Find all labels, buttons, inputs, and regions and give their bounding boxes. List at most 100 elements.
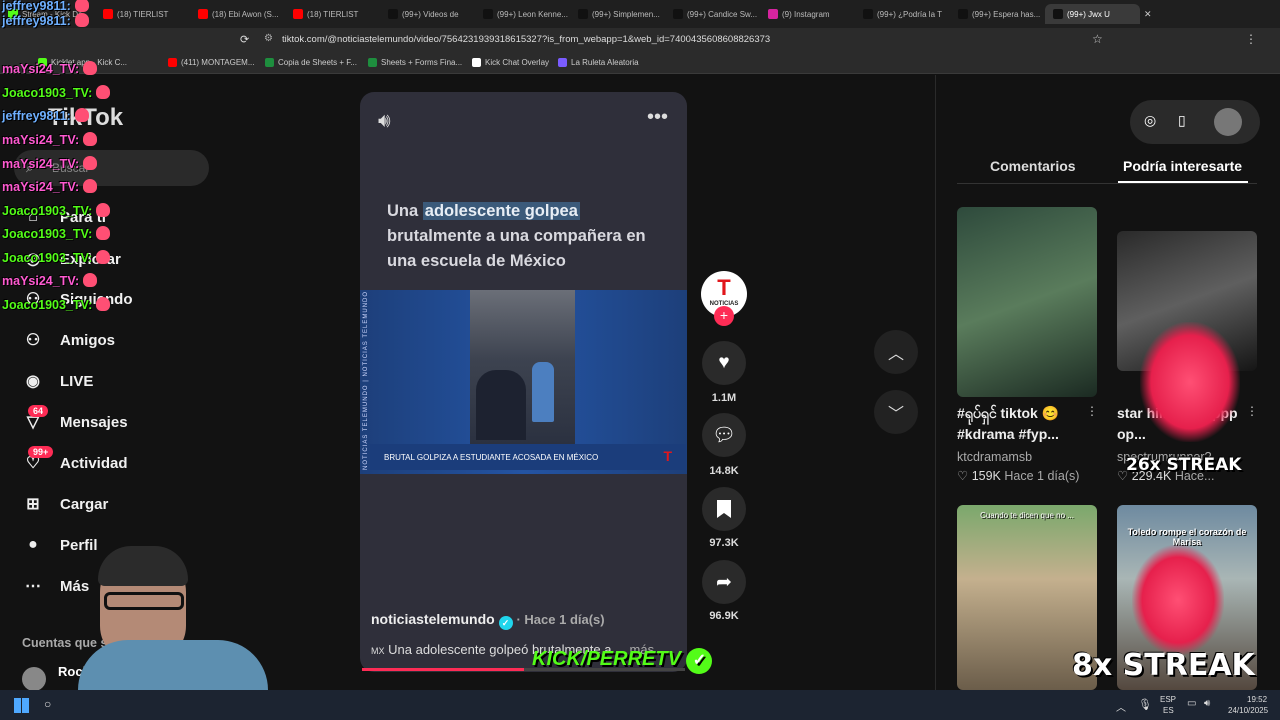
- following-avatar[interactable]: [22, 667, 46, 691]
- rec-more-icon-1[interactable]: ⋮: [1086, 404, 1098, 418]
- tab-favicon-icon: [863, 9, 873, 19]
- bookmark-item[interactable]: Copia de Sheets + F...: [265, 58, 357, 67]
- follow-plus-button[interactable]: +: [714, 306, 734, 326]
- sidebar-item-live[interactable]: ◉ LIVE: [22, 370, 93, 392]
- previous-video-button[interactable]: ︿: [874, 330, 918, 374]
- chat-message: Joaco1903_TV:: [2, 297, 111, 312]
- profile-icon: ●: [28, 536, 38, 553]
- bookmark-item[interactable]: Sheets + Forms Fina...: [368, 58, 462, 67]
- chat-username: maYsi24_TV:: [2, 180, 80, 194]
- chat-message: Joaco1903_TV:: [2, 203, 111, 218]
- tab-comments[interactable]: Comentarios: [990, 158, 1076, 174]
- next-video-button[interactable]: ﹀: [874, 390, 918, 434]
- extensions-icon[interactable]: ⋮: [1245, 32, 1257, 46]
- bookmark-favicon-icon: [368, 58, 377, 67]
- chat-username: maYsi24_TV:: [2, 62, 80, 76]
- tab-label: (99+) Jwx U: [1067, 9, 1110, 19]
- browser-tab[interactable]: (99+) Jwx U: [1045, 4, 1140, 24]
- url-input[interactable]: tiktok.com/@noticiastelemundo/video/7564…: [282, 34, 770, 45]
- streamer-shirt: [78, 640, 268, 690]
- windows-start-icon[interactable]: [14, 698, 29, 713]
- sidebar-item-label: LIVE: [60, 372, 94, 390]
- network-icon[interactable]: ▭: [1187, 698, 1196, 709]
- browser-tab[interactable]: (99+) Leon Kenne...: [475, 4, 570, 24]
- sidebar-item-cargar[interactable]: ⊞ Cargar: [22, 493, 108, 515]
- bookmark-favicon-icon: [472, 58, 481, 67]
- bookmark-item[interactable]: (411) MONTAGEM...: [168, 58, 255, 67]
- verified-icon: ✓: [498, 616, 513, 630]
- chat-username: Joaco1903_TV:: [2, 298, 93, 312]
- tab-favicon-icon: [958, 9, 968, 19]
- browser-tab[interactable]: (18) TIERLIST: [95, 4, 190, 24]
- browser-tab[interactable]: (99+) Espera has...: [950, 4, 1045, 24]
- browser-tab[interactable]: (99+) Candice Sw...: [665, 4, 760, 24]
- windows-taskbar: ○ ︿ 🎙︎ ESP ES ▭ 🔊︎ 19:52 24/10/2025: [0, 690, 1280, 720]
- upload-icon: ⊞: [26, 496, 40, 513]
- browser-tab[interactable]: (18) TIERLIST: [285, 4, 380, 24]
- microphone-icon[interactable]: 🎙︎: [1138, 698, 1152, 711]
- news-lower-third: BRUTAL GOLPIZA A ESTUDIANTE ACOSADA EN M…: [370, 444, 686, 470]
- volume-tray-icon[interactable]: 🔊︎: [1204, 698, 1210, 709]
- device-icon[interactable]: ▯: [1178, 112, 1186, 129]
- telemundo-logo-icon: T: [663, 448, 672, 464]
- share-button[interactable]: ➦: [702, 560, 746, 604]
- coin-icon[interactable]: ◎: [1144, 112, 1156, 129]
- streak-8-label: 8x STREAK: [1072, 648, 1255, 683]
- more-icon: ⋯: [25, 578, 41, 595]
- browser-tab[interactable]: (99+) ¿Podría la T: [855, 4, 950, 24]
- share-icon: ➦: [716, 571, 732, 593]
- chat-username: Joaco1903_TV:: [2, 251, 93, 265]
- webcam-overlay: [78, 540, 298, 690]
- bookmark-item[interactable]: Kick Chat Overlay: [472, 58, 549, 67]
- taskbar-lang[interactable]: ESP: [1160, 695, 1176, 704]
- comment-button[interactable]: 💬︎: [702, 413, 746, 457]
- reload-icon[interactable]: ⟳: [240, 33, 249, 46]
- chat-message: Joaco1903_TV:: [2, 250, 111, 265]
- chat-username: Joaco1903_TV:: [2, 204, 93, 218]
- like-button[interactable]: ♥: [702, 341, 746, 385]
- heart-icon: ♥: [718, 352, 730, 373]
- chat-message: maYsi24_TV:: [2, 179, 98, 194]
- rec-more-icon-2[interactable]: ⋮: [1246, 404, 1258, 418]
- clap-emote-icon: [96, 226, 111, 240]
- tab-favicon-icon: [673, 9, 683, 19]
- tab-favicon-icon: [103, 9, 113, 19]
- taskbar-search-icon[interactable]: ○: [44, 697, 51, 711]
- tray-chevron-icon[interactable]: ︿: [1116, 699, 1126, 714]
- browser-tab[interactable]: (99+) Videos de: [380, 4, 475, 24]
- sidebar-item-amigos[interactable]: ⚇ Amigos: [22, 329, 115, 351]
- browser-tab[interactable]: (18) Ebi Awon (S...: [190, 4, 285, 24]
- clap-emote-icon: [74, 13, 89, 27]
- close-tab-icon[interactable]: ✕: [1144, 9, 1152, 20]
- browser-tab[interactable]: (9) Instagram: [760, 4, 855, 24]
- tab-favicon-icon: [198, 9, 208, 19]
- tab-favicon-icon: [483, 9, 493, 19]
- author-name[interactable]: noticiastelemundo: [371, 611, 495, 627]
- video-author[interactable]: noticiastelemundo ✓ · Hace 1 día(s): [371, 611, 605, 630]
- recommendation-author-1[interactable]: ktcdramamsb: [957, 450, 1032, 464]
- site-info-icon[interactable]: ⚙: [264, 33, 273, 44]
- volume-icon[interactable]: 🔊︎: [378, 110, 391, 133]
- chat-message: maYsi24_TV:: [2, 156, 98, 171]
- browser-tab[interactable]: (99+) Simplemen...: [570, 4, 665, 24]
- clap-emote-icon: [74, 108, 89, 122]
- taskbar-date[interactable]: 24/10/2025: [1228, 706, 1268, 715]
- comment-icon: 💬︎: [711, 425, 737, 446]
- more-options-icon[interactable]: •••: [647, 106, 668, 129]
- headline-highlight: adolescente golpea: [422, 202, 580, 220]
- bookmark-icon: [717, 500, 731, 518]
- recommendation-thumb-1[interactable]: [957, 207, 1097, 397]
- comment-count: 14.8K: [709, 465, 739, 477]
- taskbar-time[interactable]: 19:52: [1247, 695, 1267, 704]
- bookmark-star-icon[interactable]: ☆: [1092, 32, 1103, 46]
- tab-label: (9) Instagram: [782, 9, 830, 19]
- clap-emote-icon: [96, 203, 111, 217]
- user-avatar[interactable]: [1214, 108, 1242, 136]
- tab-recommended[interactable]: Podría interesarte: [1123, 158, 1242, 174]
- bookmark-item[interactable]: La Ruleta Aleatoria: [558, 58, 639, 67]
- clap-emote-icon: [83, 132, 98, 146]
- notification-badge: 64: [28, 405, 49, 417]
- save-button[interactable]: [702, 487, 746, 531]
- recommendation-title-1[interactable]: #ရုပ်ရှင် tiktok 😊 #kdrama #fyp...: [957, 403, 1097, 445]
- tab-label: (99+) Candice Sw...: [687, 9, 758, 19]
